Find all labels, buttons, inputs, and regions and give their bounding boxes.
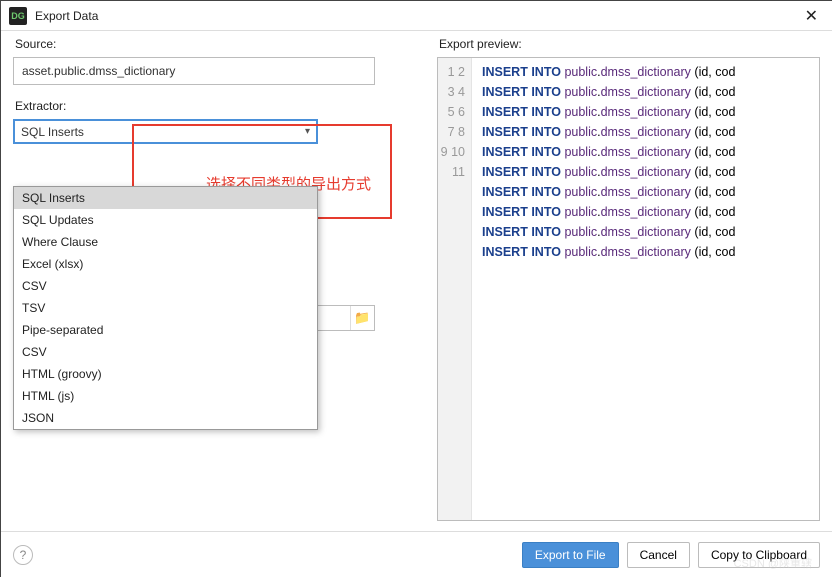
extractor-option[interactable]: Where Clause [14,231,317,253]
preview-label: Export preview: [439,37,820,51]
app-icon: DG [9,7,27,25]
code-area[interactable]: INSERT INTO public.dmss_dictionary (id, … [472,58,735,520]
extractor-option[interactable]: CSV [14,275,317,297]
extractor-label: Extractor: [15,99,433,113]
export-button[interactable]: Export to File [522,542,619,568]
help-button[interactable]: ? [13,545,33,565]
source-value: asset.public.dmss_dictionary [22,64,175,78]
source-label: Source: [15,37,433,51]
extractor-option[interactable]: Excel (xlsx) [14,253,317,275]
extractor-option[interactable]: TSV [14,297,317,319]
extractor-combo[interactable]: SQL Inserts ▾ [13,119,318,144]
extractor-dropdown: SQL InsertsSQL UpdatesWhere ClauseExcel … [13,186,318,430]
extractor-option[interactable]: HTML (js) [14,385,317,407]
cancel-button[interactable]: Cancel [627,542,690,568]
source-input[interactable]: asset.public.dmss_dictionary [13,57,375,85]
extractor-option[interactable]: HTML (groovy) [14,363,317,385]
window-title: Export Data [35,9,799,23]
preview-pane: 1 2 3 4 5 6 7 8 9 10 11 INSERT INTO publ… [437,57,820,521]
extractor-option[interactable]: JSON [14,407,317,429]
extractor-option[interactable]: SQL Updates [14,209,317,231]
folder-icon[interactable]: 📁 [350,306,374,330]
line-gutter: 1 2 3 4 5 6 7 8 9 10 11 [438,58,472,520]
extractor-selected: SQL Inserts [21,125,84,139]
close-icon[interactable]: ✕ [799,6,824,26]
extractor-option[interactable]: Pipe-separated [14,319,317,341]
extractor-option[interactable]: CSV [14,341,317,363]
chevron-down-icon: ▾ [305,126,310,137]
extractor-option[interactable]: SQL Inserts [14,187,317,209]
copy-button[interactable]: Copy to Clipboard [698,542,820,568]
